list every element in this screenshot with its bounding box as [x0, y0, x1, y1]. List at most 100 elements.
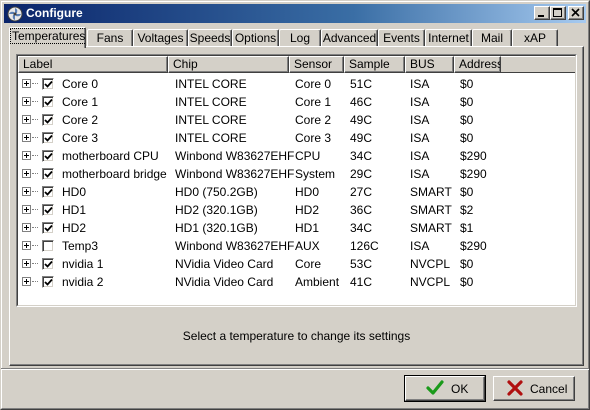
maximize-button[interactable]	[550, 6, 566, 20]
ok-button[interactable]: OK	[404, 375, 486, 402]
row-checkbox[interactable]	[42, 132, 54, 144]
table-row[interactable]: Core 1 INTEL CORE Core 1 46C ISA $0	[18, 93, 575, 111]
expand-icon[interactable]	[22, 151, 31, 160]
tab-log[interactable]: Log	[279, 29, 321, 47]
column-header-chip[interactable]: Chip	[168, 56, 289, 73]
column-header-label[interactable]: Label	[18, 56, 168, 73]
expand-icon[interactable]	[22, 241, 31, 250]
expand-icon[interactable]	[22, 97, 31, 106]
title-bar[interactable]: Configure	[4, 4, 586, 23]
expand-icon[interactable]	[22, 169, 31, 178]
table-row[interactable]: Core 2 INTEL CORE Core 2 49C ISA $0	[18, 111, 575, 129]
cell-sensor: System	[295, 167, 336, 181]
cell-sample: 126C	[350, 239, 379, 253]
checkmark-icon	[44, 152, 53, 160]
cell-chip: HD2 (320.1GB)	[175, 203, 258, 217]
table-row[interactable]: nvidia 1 NVidia Video Card Core 53C NVCPL $0	[18, 255, 575, 273]
cell-sample: 53C	[350, 257, 373, 271]
tree-line	[32, 227, 38, 228]
cell-address: $0	[460, 77, 474, 91]
expand-icon[interactable]	[22, 259, 31, 268]
table-row[interactable]: nvidia 2 NVidia Video Card Ambient 41C NVCPL…	[18, 273, 575, 291]
cell-sample: 41C	[350, 275, 373, 289]
row-checkbox[interactable]	[42, 78, 54, 90]
table-row[interactable]: HD2 HD1 (320.1GB) HD1 34C SMART $1	[18, 219, 575, 237]
minimize-button[interactable]	[534, 6, 550, 20]
column-header-sensor[interactable]: Sensor	[289, 56, 344, 73]
row-checkbox[interactable]	[42, 96, 54, 108]
checkmark-icon	[44, 170, 53, 178]
expand-icon[interactable]	[22, 223, 31, 232]
cell-chip: NVidia Video Card	[175, 275, 274, 289]
window-title: Configure	[26, 6, 83, 20]
expand-icon[interactable]	[22, 277, 31, 286]
cell-bus: SMART	[410, 221, 452, 235]
row-checkbox[interactable]	[42, 258, 54, 270]
cell-sensor: Core	[295, 257, 322, 271]
row-checkbox[interactable]	[42, 150, 54, 162]
tab-fans[interactable]: Fans	[87, 29, 133, 47]
minimize-icon	[538, 15, 544, 17]
button-separator	[1, 368, 589, 370]
table-row[interactable]: Temp3 Winbond W83627EHF AUX 126C ISA $290	[18, 237, 575, 255]
table-row[interactable]: motherboard bridge Winbond W83627EHF Syste…	[18, 165, 575, 183]
column-header-sample[interactable]: Sample	[344, 56, 405, 73]
cell-chip: INTEL CORE	[175, 95, 247, 109]
expand-icon[interactable]	[22, 133, 31, 142]
cell-chip: Winbond W83627EHF	[175, 149, 295, 163]
cell-label: Temp3	[62, 239, 99, 253]
row-checkbox[interactable]	[42, 204, 54, 216]
tab-internet[interactable]: Internet	[425, 29, 472, 47]
row-checkbox[interactable]	[42, 168, 54, 180]
table-row[interactable]: HD0 HD0 (750.2GB) HD0 27C SMART $0	[18, 183, 575, 201]
cell-sample: 34C	[350, 149, 373, 163]
expand-icon[interactable]	[22, 79, 31, 88]
expand-icon[interactable]	[22, 205, 31, 214]
checkmark-icon	[44, 134, 53, 142]
cancel-label: Cancel	[530, 382, 568, 396]
row-checkbox[interactable]	[42, 186, 54, 198]
tree-line	[32, 101, 38, 102]
row-checkbox[interactable]	[42, 240, 54, 252]
cell-address: $2	[460, 203, 474, 217]
tab-events[interactable]: Events	[378, 29, 425, 47]
row-checkbox[interactable]	[42, 276, 54, 288]
cell-bus: ISA	[410, 77, 430, 91]
column-header-address[interactable]: Address	[454, 56, 501, 73]
tab-voltages[interactable]: Voltages	[133, 29, 188, 47]
cell-sensor: AUX	[295, 239, 320, 253]
table-row[interactable]: HD1 HD2 (320.1GB) HD2 36C SMART $2	[18, 201, 575, 219]
tree-line	[32, 173, 38, 174]
table-row[interactable]: motherboard CPU Winbond W83627EHF CPU 34C IS…	[18, 147, 575, 165]
column-header-bus[interactable]: BUS	[405, 56, 454, 73]
cell-bus: ISA	[410, 149, 430, 163]
expand-icon[interactable]	[22, 187, 31, 196]
cancel-button[interactable]: Cancel	[493, 376, 575, 401]
cell-chip: INTEL CORE	[175, 113, 247, 127]
cell-label: nvidia 1	[62, 257, 104, 271]
cell-label: motherboard CPU	[62, 149, 159, 163]
cell-bus: ISA	[410, 95, 430, 109]
tab-options[interactable]: Options	[232, 29, 279, 47]
close-button[interactable]	[568, 6, 584, 20]
tab-xap[interactable]: xAP	[512, 29, 558, 47]
row-checkbox[interactable]	[42, 222, 54, 234]
tab-speeds[interactable]: Speeds	[188, 29, 232, 47]
temperature-list[interactable]: Label Chip Sensor Sample BUS Address Cor…	[16, 54, 577, 307]
tab-advanced[interactable]: Advanced	[321, 29, 378, 47]
row-checkbox[interactable]	[42, 114, 54, 126]
cell-bus: ISA	[410, 113, 430, 127]
list-header: Label Chip Sensor Sample BUS Address	[18, 56, 575, 73]
cell-sensor: HD1	[295, 221, 320, 235]
cell-address: $0	[460, 185, 474, 199]
cell-sensor: Ambient	[295, 275, 340, 289]
table-row[interactable]: Core 0 INTEL CORE Core 0 51C ISA $0	[18, 75, 575, 93]
tab-temperatures[interactable]: Temperatures	[9, 27, 86, 48]
expand-icon[interactable]	[22, 115, 31, 124]
cell-label: Core 2	[62, 113, 99, 127]
cell-chip: Winbond W83627EHF	[175, 167, 295, 181]
table-row[interactable]: Core 3 INTEL CORE Core 3 49C ISA $0	[18, 129, 575, 147]
column-header-filler	[501, 56, 575, 73]
cell-sensor: CPU	[295, 149, 321, 163]
tab-mail[interactable]: Mail	[472, 29, 512, 47]
